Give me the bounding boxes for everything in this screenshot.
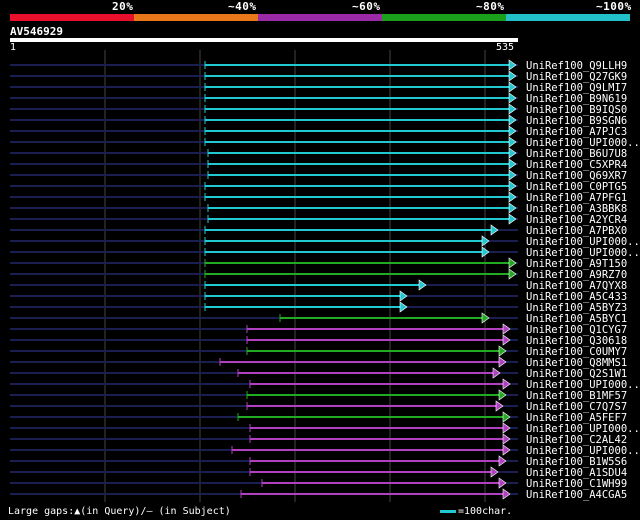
alignment-arrow-icon [502,334,511,346]
alignment-arrow-icon [418,279,427,291]
alignment-arrow-icon [508,191,517,203]
alignment-arrow-icon [399,301,408,313]
legend-swatch [440,509,456,513]
alignment-arrow-icon [508,81,517,93]
alignment-arrow-icon [502,422,511,434]
alignment-arrow-icon [508,202,517,214]
alignment-arrow-icon [498,477,507,489]
alignment-arrow-icon [508,92,517,104]
alignment-arrow-icon [502,378,511,390]
alignment-arrow-icon [508,70,517,82]
alignment-plot: UniRef100_Q9LLH9UniRef100_Q27GK9UniRef10… [10,50,640,502]
alignment-arrow-icon [508,180,517,192]
alignment-arrow-icon [508,125,517,137]
hit-label[interactable]: UniRef100_A4CGA5 [526,489,627,501]
large-gaps-legend: Large gaps:▲(in Query)/— (in Subject) [8,506,231,517]
alignment-arrow-icon [508,59,517,71]
alignment-arrow-icon [508,257,517,269]
alignment-arrow-icon [490,224,499,236]
alignment-arrow-icon [508,147,517,159]
alignment-arrow-icon [498,345,507,357]
alignment-arrow-icon [502,323,511,335]
alignment-arrow-icon [495,400,504,412]
alignment-arrow-icon [508,268,517,280]
alignment-arrow-icon [502,433,511,445]
alignment-arrow-icon [490,466,499,478]
alignment-arrow-icon [508,158,517,170]
alignment-arrow-icon [502,488,511,500]
scale-legend: =100char. [440,506,512,517]
alignment-arrow-icon [508,136,517,148]
legend-text: =100char. [458,506,513,517]
alignment-arrow-icon [508,169,517,181]
alignment-arrow-icon [492,367,501,379]
alignment-arrow-icon [399,290,408,302]
alignment-arrow-icon [502,411,511,423]
alignment-arrow-icon [508,103,517,115]
alignment-arrow-icon [498,389,507,401]
alignment-arrow-icon [508,114,517,126]
alignment-arrow-icon [502,444,511,456]
hit-row[interactable]: UniRef100_A4CGA5 [10,488,627,501]
alignment-arrow-icon [508,213,517,225]
alignment-arrow-icon [498,455,507,467]
alignment-arrow-icon [498,356,507,368]
